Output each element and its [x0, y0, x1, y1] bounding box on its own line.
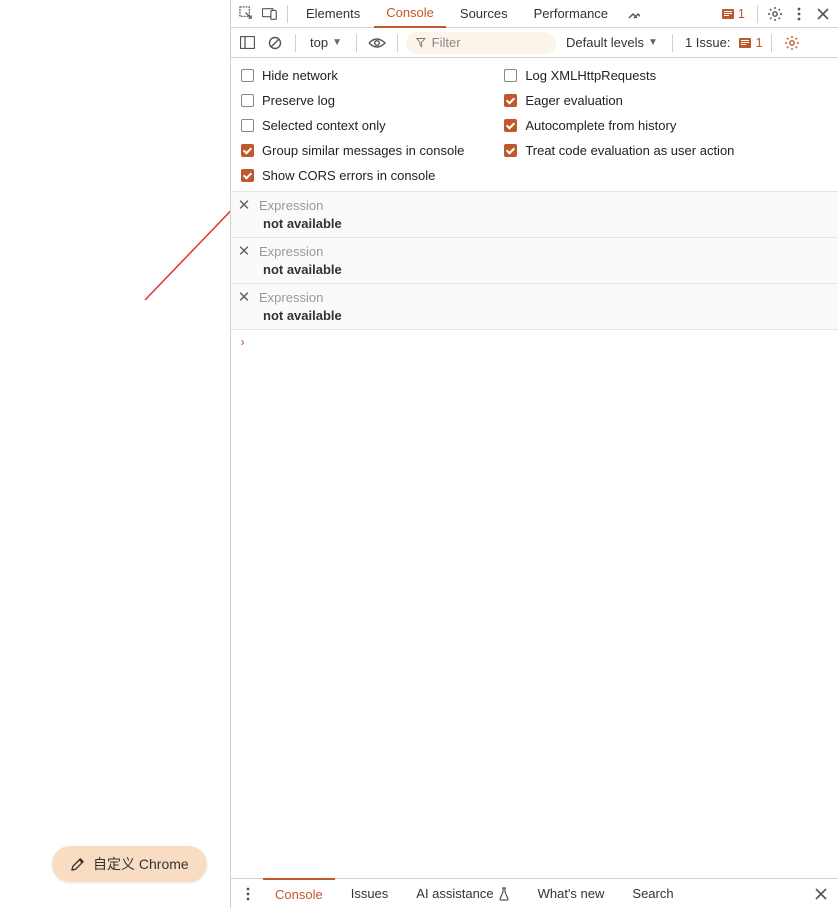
- divider: [356, 34, 357, 52]
- expression-value: not available: [263, 308, 834, 323]
- checkbox-log-xmlhttprequests[interactable]: Log XMLHttpRequests: [504, 68, 734, 83]
- tab-console[interactable]: Console: [374, 0, 446, 28]
- drawer-tab-ai-assistance[interactable]: AI assistance: [404, 879, 521, 909]
- divider: [672, 34, 673, 52]
- kebab-menu-icon[interactable]: [788, 3, 810, 25]
- close-devtools-icon[interactable]: [812, 3, 834, 25]
- dropdown-triangle-icon: ▼: [648, 37, 658, 48]
- drawer-tab-search[interactable]: Search: [620, 879, 685, 909]
- customize-chrome-button[interactable]: 自定义 Chrome: [52, 846, 207, 882]
- pencil-icon: [70, 857, 85, 872]
- filter-field[interactable]: [406, 32, 556, 54]
- expression-placeholder[interactable]: Expression: [259, 244, 323, 259]
- drawer-close-icon[interactable]: [810, 883, 832, 905]
- levels-label: Default levels: [566, 35, 644, 50]
- expression-value: not available: [263, 216, 834, 231]
- checkbox-show-cors-errors-in-console[interactable]: Show CORS errors in console: [241, 168, 464, 183]
- checkbox-label: Autocomplete from history: [525, 118, 676, 133]
- divider: [295, 34, 296, 52]
- checkbox-group-similar-messages-in-console[interactable]: Group similar messages in console: [241, 143, 464, 158]
- error-count: 1: [738, 6, 745, 21]
- issues-count: 1: [755, 35, 762, 50]
- live-expression-eye-icon[interactable]: [365, 31, 389, 55]
- checkbox-treat-code-evaluation-as-user-action[interactable]: Treat code evaluation as user action: [504, 143, 734, 158]
- main-tabbar: Elements Console Sources Performance 1: [231, 0, 838, 28]
- checkbox-box: [241, 119, 254, 132]
- divider: [287, 5, 288, 23]
- checkbox-preserve-log[interactable]: Preserve log: [241, 93, 464, 108]
- checkbox-label: Hide network: [262, 68, 338, 83]
- tab-elements[interactable]: Elements: [294, 0, 372, 28]
- customize-label: 自定义 Chrome: [93, 854, 189, 874]
- drawer-tab-issues[interactable]: Issues: [339, 879, 401, 909]
- remove-expression-icon[interactable]: ✕: [235, 288, 253, 306]
- console-settings: Hide network Preserve log Selected context…: [231, 58, 838, 192]
- drawer-tab-whats-new[interactable]: What's new: [526, 879, 617, 909]
- divider: [771, 34, 772, 52]
- checkbox-autocomplete-from-history[interactable]: Autocomplete from history: [504, 118, 734, 133]
- settings-col-left: Hide network Preserve log Selected context…: [241, 68, 464, 183]
- sidebar-toggle-icon[interactable]: [235, 31, 259, 55]
- checkbox-hide-network[interactable]: Hide network: [241, 68, 464, 83]
- tab-performance[interactable]: Performance: [522, 0, 620, 28]
- live-expressions: ✕ Expression not available ✕ Expression not a…: [231, 192, 838, 330]
- context-label: top: [310, 35, 328, 50]
- checkbox-label: Eager evaluation: [525, 93, 623, 108]
- expression-placeholder[interactable]: Expression: [259, 290, 323, 305]
- dropdown-triangle-icon: ▼: [332, 37, 342, 48]
- expression-value: not available: [263, 262, 834, 277]
- device-toggle-icon[interactable]: [259, 3, 281, 25]
- flask-icon: [498, 887, 510, 901]
- checkbox-box: [504, 94, 517, 107]
- checkbox-label: Show CORS errors in console: [262, 168, 435, 183]
- drawer-tab-console[interactable]: Console: [263, 878, 335, 908]
- console-settings-gear-icon[interactable]: [780, 31, 804, 55]
- issues-label: 1 Issue:: [681, 35, 735, 50]
- issues-badge[interactable]: 1: [738, 35, 762, 50]
- checkbox-label: Preserve log: [262, 93, 335, 108]
- devtools-panel: Elements Console Sources Performance 1: [230, 0, 838, 908]
- checkbox-label: Selected context only: [262, 118, 386, 133]
- checkbox-box: [504, 119, 517, 132]
- settings-gear-icon[interactable]: [764, 3, 786, 25]
- live-expression-row: ✕ Expression not available: [231, 192, 838, 238]
- checkbox-box: [241, 69, 254, 82]
- divider: [757, 5, 758, 23]
- drawer-tab-label: AI assistance: [416, 886, 493, 901]
- log-levels-selector[interactable]: Default levels ▼: [560, 35, 664, 50]
- checkbox-label: Treat code evaluation as user action: [525, 143, 734, 158]
- checkbox-selected-context-only[interactable]: Selected context only: [241, 118, 464, 133]
- expression-placeholder[interactable]: Expression: [259, 198, 323, 213]
- checkbox-eager-evaluation[interactable]: Eager evaluation: [504, 93, 734, 108]
- remove-expression-icon[interactable]: ✕: [235, 196, 253, 214]
- checkbox-box: [241, 144, 254, 157]
- live-expression-row: ✕ Expression not available: [231, 238, 838, 284]
- checkbox-label: Log XMLHttpRequests: [525, 68, 656, 83]
- more-tabs-icon[interactable]: [622, 3, 644, 25]
- checkbox-box: [504, 69, 517, 82]
- settings-col-right: Log XMLHttpRequests Eager evaluation Autoc…: [504, 68, 734, 183]
- console-prompt[interactable]: [231, 330, 838, 356]
- drawer-kebab-icon[interactable]: [237, 883, 259, 905]
- divider: [397, 34, 398, 52]
- filter-input[interactable]: [432, 35, 546, 50]
- remove-expression-icon[interactable]: ✕: [235, 242, 253, 260]
- error-badge[interactable]: 1: [715, 6, 751, 21]
- drawer-tabbar: Console Issues AI assistance What's new …: [231, 878, 838, 908]
- filter-icon: [416, 37, 426, 48]
- checkbox-label: Group similar messages in console: [262, 143, 464, 158]
- context-selector[interactable]: top ▼: [304, 35, 348, 50]
- checkbox-box: [504, 144, 517, 157]
- clear-console-icon[interactable]: [263, 31, 287, 55]
- tab-sources[interactable]: Sources: [448, 0, 520, 28]
- checkbox-box: [241, 169, 254, 182]
- checkbox-box: [241, 94, 254, 107]
- inspect-icon[interactable]: [235, 3, 257, 25]
- live-expression-row: ✕ Expression not available: [231, 284, 838, 330]
- console-toolbar: top ▼ Default levels ▼ 1 Issue: 1: [231, 28, 838, 58]
